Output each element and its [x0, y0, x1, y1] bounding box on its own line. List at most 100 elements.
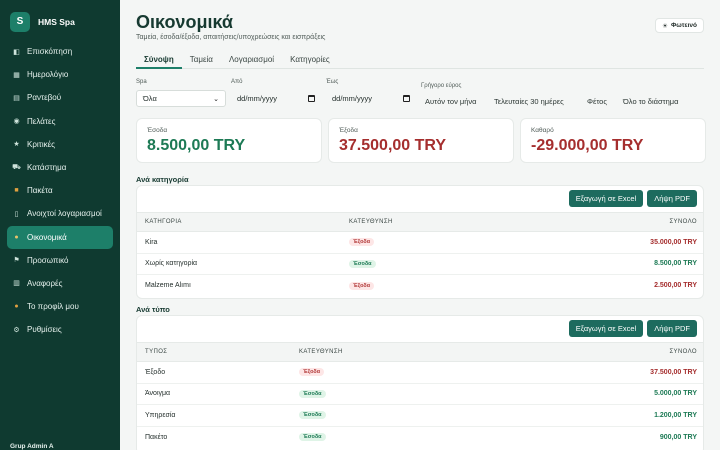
- export-excel-button[interactable]: Εξαγωγή σε Excel: [568, 190, 644, 207]
- brand[interactable]: S HMS Spa: [0, 0, 120, 34]
- kpi-label: Καθαρό: [531, 127, 554, 134]
- sidebar-item-label: Επισκόπηση: [27, 47, 73, 57]
- cell-total: 1.200,00 TRY: [654, 411, 697, 419]
- kpi-net: Καθαρό -29.000,00 TRY: [520, 118, 706, 163]
- table-row: Πακέτο Έσοδα 900,00 TRY: [137, 427, 703, 449]
- kpi-value: 8.500,00 TRY: [147, 137, 246, 154]
- gear-icon: ⚙: [13, 326, 20, 334]
- column-header-category: ΚΑΤΗΓΟΡΙΑ: [145, 219, 182, 225]
- from-date-value: dd/mm/yyyy: [237, 94, 278, 103]
- kpi-value: 37.500,00 TRY: [339, 137, 447, 154]
- sidebar-nav: ◧ Επισκόπηση ▦ Ημερολόγιο ▤ Ραντεβού ◉ Π…: [0, 40, 120, 341]
- quick-range-last-30-days[interactable]: Τελευταίες 30 ημέρες: [489, 94, 569, 109]
- direction-badge: Έσοδα: [299, 433, 326, 442]
- by-type-actions: Εξαγωγή σε Excel Λήψη PDF: [568, 320, 697, 337]
- spa-filter-label: Spa: [136, 79, 147, 85]
- calendar-icon: [308, 95, 315, 102]
- table-row: Έξοδο Έξοδα 37.500,00 TRY: [137, 362, 703, 384]
- sidebar-item-label: Ημερολόγιο: [27, 70, 69, 80]
- table-row: Χωρίς κατηγορία Έσοδα 8.500,00 TRY: [137, 254, 703, 275]
- filters: Spa Όλα ⌄ Από dd/mm/yyyy Έως dd/mm/yyyy …: [136, 79, 706, 111]
- quick-range-this-month[interactable]: Αυτόν τον μήνα: [420, 94, 482, 109]
- table-row: Υπηρεσία Έσοδα 1.200,00 TRY: [137, 405, 703, 427]
- sidebar-item-label: Οικονομικά: [27, 232, 67, 242]
- cart-icon: ⛟: [12, 164, 21, 172]
- by-category-card: Εξαγωγή σε Excel Λήψη PDF ΚΑΤΗΓΟΡΙΑ ΚΑΤΕ…: [136, 185, 704, 299]
- cell-total: 8.500,00 TRY: [654, 260, 697, 268]
- column-header-total: ΣΥΝΟΛΟ: [669, 349, 697, 355]
- sidebar-item-profile[interactable]: ● Το προφίλ μου: [0, 295, 120, 318]
- tab-categories[interactable]: Κατηγορίες: [282, 52, 338, 69]
- sidebar-item-staff[interactable]: ⚑ Προσωπικό: [0, 249, 120, 272]
- quick-range-all-time[interactable]: Όλο το διάστημα: [618, 94, 683, 109]
- column-header-direction: ΚΑΤΕΥΘΥΝΣΗ: [299, 349, 343, 355]
- money-bag-icon: ●: [14, 233, 19, 241]
- column-header-type: ΤΥΠΟΣ: [145, 349, 168, 355]
- sidebar-item-calendar[interactable]: ▦ Ημερολόγιο: [0, 63, 120, 86]
- column-header-direction: ΚΑΤΕΥΘΥΝΣΗ: [349, 219, 393, 225]
- download-pdf-button[interactable]: Λήψη PDF: [647, 190, 697, 207]
- direction-badge: Έσοδα: [349, 259, 376, 268]
- export-excel-button[interactable]: Εξαγωγή σε Excel: [568, 320, 644, 337]
- kpi-income: Έσοδα 8.500,00 TRY: [136, 118, 322, 163]
- table-row: Malzeme Alımı Έξοδα 2.500,00 TRY: [137, 275, 703, 297]
- direction-badge: Έξοδα: [349, 238, 375, 247]
- spa-select-value: Όλα: [143, 94, 157, 103]
- quick-range-label: Γρήγορο εύρος: [421, 83, 462, 89]
- from-date-input[interactable]: dd/mm/yyyy: [231, 90, 321, 107]
- kpi-value: -29.000,00 TRY: [531, 137, 644, 154]
- sidebar-item-open-accounts[interactable]: ▯ Ανοιχτοί λογαριασμοί: [0, 202, 120, 225]
- direction-badge: Έξοδα: [299, 368, 325, 377]
- page-title: Οικονομικά: [136, 12, 233, 32]
- cell-type: Υπηρεσία: [145, 411, 176, 419]
- to-date-input[interactable]: dd/mm/yyyy: [326, 90, 416, 107]
- tab-cash-registers[interactable]: Ταμεία: [182, 52, 221, 69]
- sidebar-item-settings[interactable]: ⚙ Ρυθμίσεις: [0, 318, 120, 341]
- sidebar-item-label: Κριτικές: [27, 139, 56, 149]
- tab-summary[interactable]: Σύνοψη: [136, 52, 182, 69]
- cell-category: Malzeme Alımı: [145, 282, 191, 290]
- by-type-card: Εξαγωγή σε Excel Λήψη PDF ΤΥΠΟΣ ΚΑΤΕΥΘΥΝ…: [136, 315, 704, 450]
- sun-icon: ☀: [662, 22, 668, 30]
- sidebar-item-packages[interactable]: ■ Πακέτα: [0, 179, 120, 202]
- tabs: Σύνοψη Ταμεία Λογαριασμοί Κατηγορίες: [136, 52, 704, 69]
- sidebar-item-overview[interactable]: ◧ Επισκόπηση: [0, 40, 120, 63]
- chevron-down-icon: ⌄: [213, 95, 219, 103]
- to-date-value: dd/mm/yyyy: [332, 94, 373, 103]
- sidebar-item-finance[interactable]: ● Οικονομικά: [7, 225, 113, 249]
- sidebar-item-reports[interactable]: ▥ Αναφορές: [0, 272, 120, 295]
- direction-badge: Έσοδα: [299, 411, 326, 420]
- main-content: Οικονομικά Ταμεία, έσοδα/έξοδα, απαιτήσε…: [120, 0, 720, 450]
- cell-category: Χωρίς κατηγορία: [145, 260, 198, 268]
- quick-range-this-year[interactable]: Φέτος: [582, 94, 612, 109]
- direction-badge: Έσοδα: [299, 389, 326, 398]
- theme-toggle-label: Φωτεινό: [670, 22, 697, 29]
- sidebar: S HMS Spa ◧ Επισκόπηση ▦ Ημερολόγιο ▤ Ρα…: [0, 0, 120, 450]
- sidebar-item-reviews[interactable]: ★ Κριτικές: [0, 133, 120, 156]
- theme-toggle-button[interactable]: ☀ Φωτεινό: [655, 18, 704, 33]
- cell-type: Έξοδο: [145, 368, 166, 376]
- sidebar-item-label: Ρυθμίσεις: [27, 325, 62, 335]
- cell-total: 37.500,00 TRY: [650, 368, 697, 376]
- sidebar-item-appointments[interactable]: ▤ Ραντεβού: [0, 86, 120, 109]
- column-header-total: ΣΥΝΟΛΟ: [669, 219, 697, 225]
- star-icon: ★: [13, 141, 20, 149]
- cell-type: Άνοιγμα: [145, 390, 171, 398]
- table-row: Kira Έξοδα 35.000,00 TRY: [137, 232, 703, 254]
- spa-select[interactable]: Όλα ⌄: [136, 90, 226, 107]
- sidebar-item-label: Ραντεβού: [27, 93, 62, 103]
- download-pdf-button[interactable]: Λήψη PDF: [647, 320, 697, 337]
- from-date-label: Από: [231, 79, 243, 85]
- cell-type: Πακέτο: [145, 433, 168, 441]
- to-date-label: Έως: [326, 79, 339, 85]
- kpi-expenses: Έξοδα 37.500,00 TRY: [328, 118, 514, 163]
- sidebar-item-label: Ανοιχτοί λογαριασμοί: [27, 209, 102, 219]
- sidebar-item-store[interactable]: ⛟ Κατάστημα: [0, 156, 120, 179]
- current-user[interactable]: Grup Admin A: [10, 443, 54, 450]
- brand-logo: S: [10, 11, 30, 32]
- sidebar-item-customers[interactable]: ◉ Πελάτες: [0, 110, 120, 133]
- table-header: ΤΥΠΟΣ ΚΑΤΕΥΘΥΝΣΗ ΣΥΝΟΛΟ: [137, 342, 703, 362]
- by-category-actions: Εξαγωγή σε Excel Λήψη PDF: [568, 190, 697, 207]
- tab-accounts[interactable]: Λογαριασμοί: [221, 52, 282, 69]
- cell-total: 2.500,00 TRY: [654, 282, 697, 290]
